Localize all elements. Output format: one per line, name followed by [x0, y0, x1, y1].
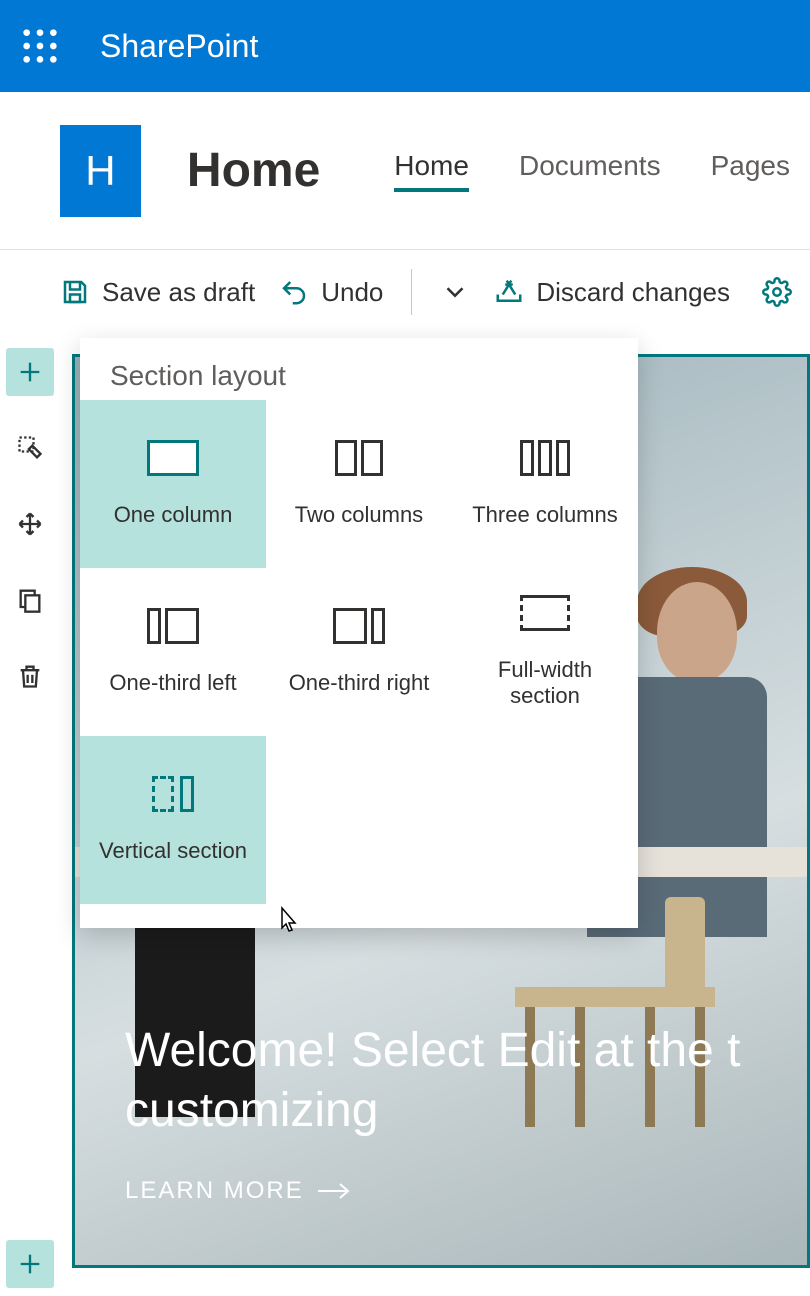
layout-one-third-right[interactable]: One-third right: [266, 568, 452, 736]
settings-button[interactable]: [762, 277, 792, 307]
layout-label: Vertical section: [99, 838, 247, 864]
layout-label: Three columns: [472, 502, 618, 528]
undo-icon: [279, 277, 309, 307]
full-width-icon: [516, 595, 574, 635]
layout-label: Two columns: [295, 502, 423, 528]
layout-one-column[interactable]: One column: [80, 400, 266, 568]
site-title: Home: [187, 143, 320, 198]
vertical-section-icon: [144, 776, 202, 816]
discard-icon: [494, 277, 524, 307]
suite-bar: SharePoint: [0, 0, 810, 92]
move-section-button[interactable]: [6, 500, 54, 548]
layout-full-width[interactable]: Full-width section: [452, 568, 638, 736]
side-rail: [0, 334, 60, 1296]
arrow-right-icon: [318, 1181, 352, 1201]
add-section-bottom-button[interactable]: [6, 1240, 54, 1288]
add-section-button[interactable]: [6, 348, 54, 396]
layout-two-columns[interactable]: Two columns: [266, 400, 452, 568]
command-bar: Save as draft Undo Discard changes: [0, 250, 810, 334]
app-launcher-icon[interactable]: [20, 26, 60, 66]
learn-more-label: LEARN MORE: [125, 1177, 304, 1205]
three-columns-icon: [516, 440, 574, 480]
one-column-icon: [144, 440, 202, 480]
tab-home[interactable]: Home: [394, 150, 469, 192]
layout-one-third-left[interactable]: One-third left: [80, 568, 266, 736]
app-name[interactable]: SharePoint: [100, 28, 258, 65]
tab-pages[interactable]: Pages: [711, 150, 790, 192]
layout-vertical-section[interactable]: Vertical section: [80, 736, 266, 904]
discard-button[interactable]: Discard changes: [494, 277, 730, 308]
flyout-title: Section layout: [80, 356, 638, 400]
undo-button[interactable]: Undo: [279, 277, 383, 308]
chevron-down-icon: [440, 277, 470, 307]
delete-section-button[interactable]: [6, 652, 54, 700]
separator: [411, 269, 412, 315]
hero-headline: Welcome! Select Edit at the t customizin…: [125, 1021, 807, 1141]
layout-label: Full-width section: [464, 657, 626, 709]
site-header: H Home Home Documents Pages: [0, 92, 810, 250]
save-draft-button[interactable]: Save as draft: [60, 277, 255, 308]
layout-label: One column: [114, 502, 233, 528]
layout-label: One-third left: [109, 670, 236, 696]
hero-text: Welcome! Select Edit at the t customizin…: [125, 1021, 807, 1205]
layout-label: One-third right: [289, 670, 430, 696]
two-columns-icon: [330, 440, 388, 480]
save-icon: [60, 277, 90, 307]
tab-documents[interactable]: Documents: [519, 150, 661, 192]
save-draft-label: Save as draft: [102, 277, 255, 308]
discard-label: Discard changes: [536, 277, 730, 308]
undo-label: Undo: [321, 277, 383, 308]
edit-section-button[interactable]: [6, 424, 54, 472]
learn-more-button[interactable]: LEARN MORE: [125, 1177, 807, 1205]
one-third-left-icon: [144, 608, 202, 648]
site-logo[interactable]: H: [60, 125, 141, 217]
gear-icon: [762, 277, 792, 307]
layout-grid: One column Two columns Three columns One…: [80, 400, 638, 904]
undo-dropdown[interactable]: [440, 277, 470, 307]
section-layout-flyout: Section layout One column Two columns Th…: [80, 338, 638, 928]
nav-tabs: Home Documents Pages: [394, 150, 790, 192]
duplicate-section-button[interactable]: [6, 576, 54, 624]
layout-three-columns[interactable]: Three columns: [452, 400, 638, 568]
one-third-right-icon: [330, 608, 388, 648]
